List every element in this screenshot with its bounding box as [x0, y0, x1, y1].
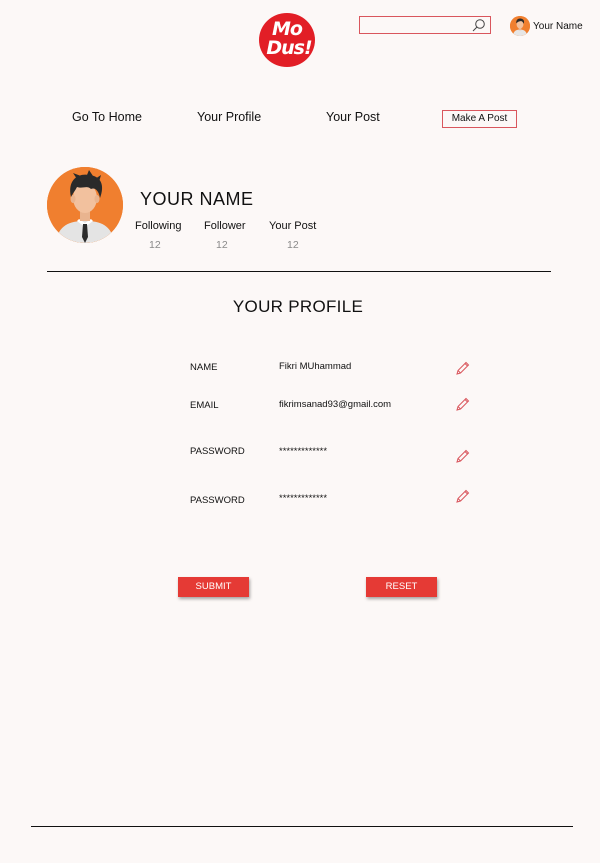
- field-value-password: *************: [279, 446, 328, 457]
- stat-following-label[interactable]: Following: [135, 220, 181, 232]
- logo-line-2: Dus!: [266, 37, 312, 59]
- footer-divider: [31, 826, 573, 827]
- field-label-password-confirm: PASSWORD: [190, 495, 245, 506]
- make-post-button[interactable]: Make A Post: [442, 110, 517, 128]
- field-value-password-confirm: *************: [279, 493, 328, 504]
- stat-follower-value: 12: [216, 239, 228, 251]
- pencil-icon[interactable]: [455, 360, 471, 376]
- submit-button[interactable]: SUBMIT: [178, 577, 249, 597]
- profile-name: YOUR NAME: [140, 189, 254, 209]
- search-input[interactable]: [360, 20, 468, 35]
- profile-avatar: [47, 167, 123, 243]
- field-label-password: PASSWORD: [190, 446, 245, 457]
- pencil-icon[interactable]: [455, 396, 471, 412]
- field-value-name: Fikri MUhammad: [279, 361, 352, 372]
- logo-line-1: Mo: [272, 18, 303, 40]
- stat-following-value: 12: [149, 239, 161, 251]
- search-icon[interactable]: [471, 18, 487, 32]
- profile-divider: [47, 271, 551, 272]
- nav-home[interactable]: Go To Home: [72, 110, 142, 124]
- field-value-email: fikrimsanad93@gmail.com: [279, 399, 392, 410]
- section-title: YOUR PROFILE: [232, 297, 364, 316]
- stat-your-post-label[interactable]: Your Post: [269, 220, 316, 232]
- modus-logo[interactable]: Mo Dus!: [259, 13, 315, 67]
- stat-your-post-value: 12: [287, 239, 299, 251]
- pencil-icon[interactable]: [455, 488, 471, 504]
- header-user-name[interactable]: Your Name: [533, 21, 583, 32]
- search-box[interactable]: [359, 16, 491, 35]
- field-label-email: EMAIL: [190, 400, 219, 411]
- nav-your-post[interactable]: Your Post: [326, 110, 380, 124]
- nav-your-profile[interactable]: Your Profile: [197, 110, 261, 124]
- pencil-icon[interactable]: [455, 448, 471, 464]
- field-label-name: NAME: [190, 362, 218, 373]
- stat-follower-label[interactable]: Follower: [204, 220, 246, 232]
- header-avatar[interactable]: [510, 16, 530, 36]
- reset-button[interactable]: RESET: [366, 577, 437, 597]
